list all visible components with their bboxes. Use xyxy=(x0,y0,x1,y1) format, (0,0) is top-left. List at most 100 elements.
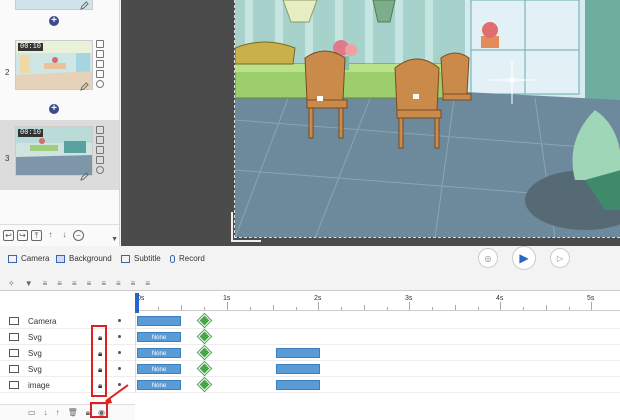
tick xyxy=(204,307,205,310)
scene-3[interactable]: 3 00:10 xyxy=(0,120,119,190)
scene-thumbnail[interactable]: 00:10 xyxy=(15,126,93,176)
timeline-toolbar: ✧ ▼ ≡ ≡ ≡ ≡ ≡ ≡ ≡ ≡ xyxy=(0,276,620,290)
tick xyxy=(432,307,433,310)
trash-icon[interactable]: 🗑︎ xyxy=(68,408,78,417)
edit-icon[interactable] xyxy=(80,1,89,10)
track-name: Svg xyxy=(28,365,42,374)
camera-tab[interactable]: Camera xyxy=(8,254,49,263)
settings-icon[interactable] xyxy=(96,60,104,68)
visibility-dot[interactable] xyxy=(118,351,121,354)
track-lane[interactable]: None xyxy=(135,345,620,361)
remove-icon[interactable]: − xyxy=(73,230,84,241)
align-bottom-icon[interactable]: ≡ xyxy=(131,279,136,288)
add-scene-button[interactable]: + xyxy=(49,16,59,26)
delete-icon[interactable] xyxy=(96,50,104,58)
keyframe-marker[interactable] xyxy=(198,362,211,375)
scene-canvas[interactable] xyxy=(234,0,620,238)
subtitle-tab[interactable]: Subtitle xyxy=(121,254,161,263)
camera-clip[interactable] xyxy=(137,316,181,326)
record-tab[interactable]: Record xyxy=(170,254,205,263)
keyframe-marker[interactable] xyxy=(198,330,211,343)
svg-icon xyxy=(9,365,19,373)
copy-icon[interactable] xyxy=(96,40,104,48)
track-lane[interactable] xyxy=(135,313,620,329)
move-down-icon[interactable]: ↓ xyxy=(59,230,70,241)
tick xyxy=(387,307,388,310)
tick xyxy=(158,307,159,310)
move-up-icon[interactable]: ↑ xyxy=(56,408,60,417)
move-top-icon[interactable]: ⤒ xyxy=(31,230,42,241)
exit-clip[interactable] xyxy=(276,364,320,374)
add-scene-button[interactable]: + xyxy=(49,104,59,114)
scene-duration: 00:10 xyxy=(18,43,44,51)
copy-icon[interactable] xyxy=(96,126,104,134)
effect-clip[interactable]: None xyxy=(137,332,181,342)
visibility-dot[interactable] xyxy=(118,335,121,338)
track-name: Camera xyxy=(28,317,57,326)
scene-number: 3 xyxy=(5,154,10,163)
layer-actions-bar: ▭ ↓ ↑ 🗑︎ 🔒︎ ◉ xyxy=(0,404,135,420)
stage-area[interactable] xyxy=(121,0,620,246)
star-icon[interactable] xyxy=(96,80,104,88)
edit-icon[interactable] xyxy=(80,82,89,91)
distribute-icon[interactable]: ≡ xyxy=(87,279,92,288)
scene-list-panel: + 2 00:10 + 3 00:10 ↩ ↪ ⤒ ↑ ↓ − ▼ xyxy=(0,0,120,246)
star-icon[interactable] xyxy=(96,166,104,174)
tick-label: 4s xyxy=(496,295,504,302)
exit-clip[interactable] xyxy=(276,348,320,358)
camera-icon xyxy=(9,317,19,325)
delete-icon[interactable] xyxy=(96,136,104,144)
align-center-icon[interactable]: ≡ xyxy=(57,279,62,288)
keyframe-marker[interactable] xyxy=(198,314,211,327)
edit-icon[interactable] xyxy=(80,172,89,181)
track-lane[interactable]: None xyxy=(135,377,620,393)
filter-icon[interactable]: ▼ xyxy=(25,279,33,288)
tick xyxy=(546,305,547,310)
preview-button[interactable]: ◎ xyxy=(478,248,498,268)
effect-clip[interactable]: None xyxy=(137,380,181,390)
effect-clip[interactable]: None xyxy=(137,348,181,358)
add-keyframe-icon[interactable]: ✧ xyxy=(8,279,15,288)
scene-toolbar: ↩ ↪ ⤒ ↑ ↓ − xyxy=(0,224,119,246)
playhead[interactable] xyxy=(135,293,139,313)
align-top-icon[interactable]: ≡ xyxy=(101,279,106,288)
export-icon[interactable]: ↪ xyxy=(17,230,28,241)
track-lane[interactable]: None xyxy=(135,361,620,377)
tick xyxy=(318,302,319,310)
duplicate-icon[interactable] xyxy=(96,70,104,78)
tick xyxy=(227,302,228,310)
folder-icon[interactable]: ▭ xyxy=(28,408,36,417)
effect-clip[interactable]: None xyxy=(137,364,181,374)
background-tab[interactable]: Background xyxy=(56,254,112,263)
import-icon[interactable]: ↩ xyxy=(3,230,14,241)
scene-1[interactable] xyxy=(0,0,119,12)
align-middle-icon[interactable]: ≡ xyxy=(116,279,121,288)
record-tab-label: Record xyxy=(179,254,205,263)
settings-icon[interactable] xyxy=(96,146,104,154)
distribute-vertical-icon[interactable]: ≡ xyxy=(145,279,150,288)
move-up-icon[interactable]: ↑ xyxy=(45,230,56,241)
tick-label: 2s xyxy=(314,295,322,302)
track-name: Svg xyxy=(28,349,42,358)
tick xyxy=(341,307,342,310)
align-left-icon[interactable]: ≡ xyxy=(43,279,48,288)
visibility-dot[interactable] xyxy=(118,367,121,370)
track-lane[interactable]: None xyxy=(135,329,620,345)
next-icon: ▷ xyxy=(556,253,564,263)
duplicate-icon[interactable] xyxy=(96,156,104,164)
scroll-down-icon[interactable]: ▼ xyxy=(111,236,118,243)
preview-icon: ◎ xyxy=(484,253,492,263)
tick-label: 3s xyxy=(405,295,413,302)
keyframe-marker[interactable] xyxy=(198,346,211,359)
move-down-icon[interactable]: ↓ xyxy=(44,408,48,417)
exit-clip[interactable] xyxy=(276,380,320,390)
align-right-icon[interactable]: ≡ xyxy=(72,279,77,288)
track-name: Svg xyxy=(28,333,42,342)
play-button[interactable]: ▶ xyxy=(512,246,536,270)
time-ruler[interactable]: 0s 1s 2s 3s 4s 5s xyxy=(135,291,620,311)
keyframe-marker[interactable] xyxy=(198,378,211,391)
tick xyxy=(591,302,592,310)
next-scene-button[interactable]: ▷ xyxy=(550,248,570,268)
visibility-dot[interactable] xyxy=(118,319,121,322)
scene-2[interactable]: 2 00:10 xyxy=(0,36,119,100)
